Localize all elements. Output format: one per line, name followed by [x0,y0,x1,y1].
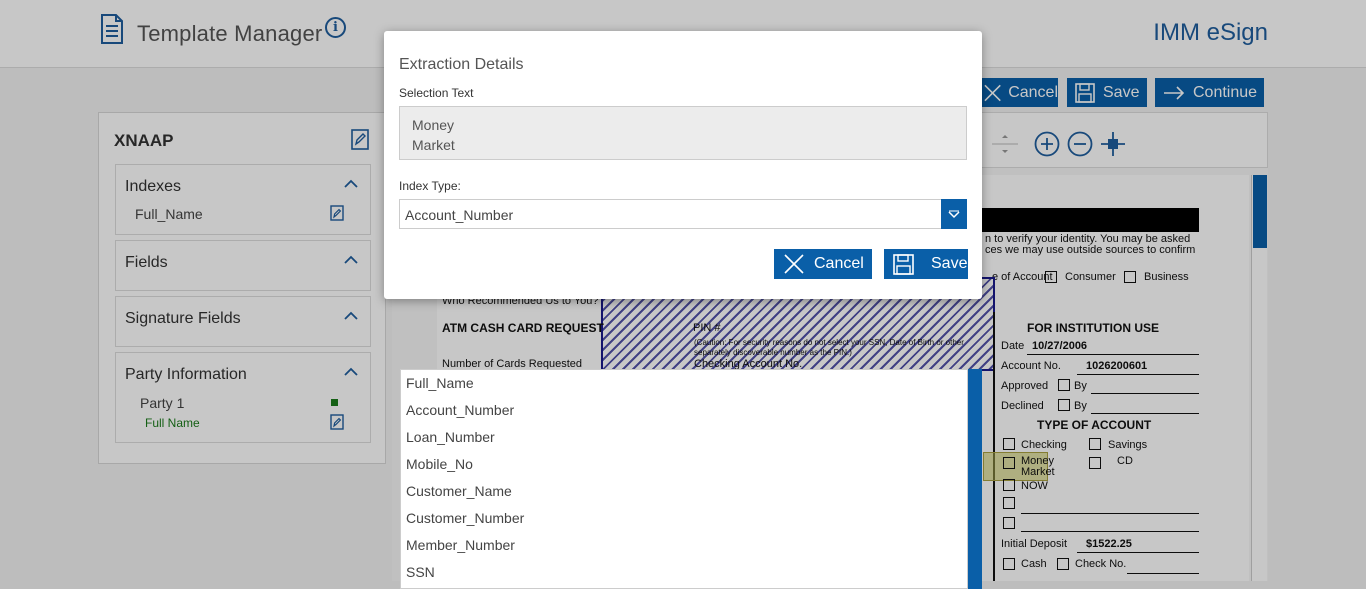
index-type-select[interactable]: Account_Number [399,199,967,229]
index-type-label: Index Type: [399,179,461,193]
dialog-title: Extraction Details [399,56,524,73]
close-icon [784,254,804,274]
extraction-details-dialog: Extraction Details Selection Text Money … [384,31,982,299]
dropdown-toggle[interactable] [941,199,967,229]
option-member-number[interactable]: Member_Number [401,532,967,559]
option-loan-number[interactable]: Loan_Number [401,424,967,451]
option-mobile-no[interactable]: Mobile_No [401,451,967,478]
index-type-value: Account_Number [405,207,514,223]
selection-text-label: Selection Text [399,86,474,100]
dialog-save-label: Save [931,255,968,272]
dialog-cancel-button[interactable]: Cancel [774,249,872,279]
option-customer-number[interactable]: Customer_Number [401,505,967,532]
option-full-name[interactable]: Full_Name [401,370,967,397]
selection-text-box: Money Market [399,106,967,160]
option-ssn[interactable]: SSN [401,559,967,586]
selection-text-line-1: Money [412,117,455,133]
option-customer-name[interactable]: Customer_Name [401,478,967,505]
dialog-cancel-label: Cancel [814,255,864,272]
dialog-save-button[interactable]: Save [884,249,968,279]
selection-text-line-2: Market [412,137,455,153]
dropdown-scrollbar[interactable] [968,369,982,589]
chevron-down-icon [948,210,960,219]
save-icon [893,253,914,275]
option-account-number[interactable]: Account_Number [401,397,967,424]
index-type-options-list: Full_Name Account_Number Loan_Number Mob… [400,369,968,589]
